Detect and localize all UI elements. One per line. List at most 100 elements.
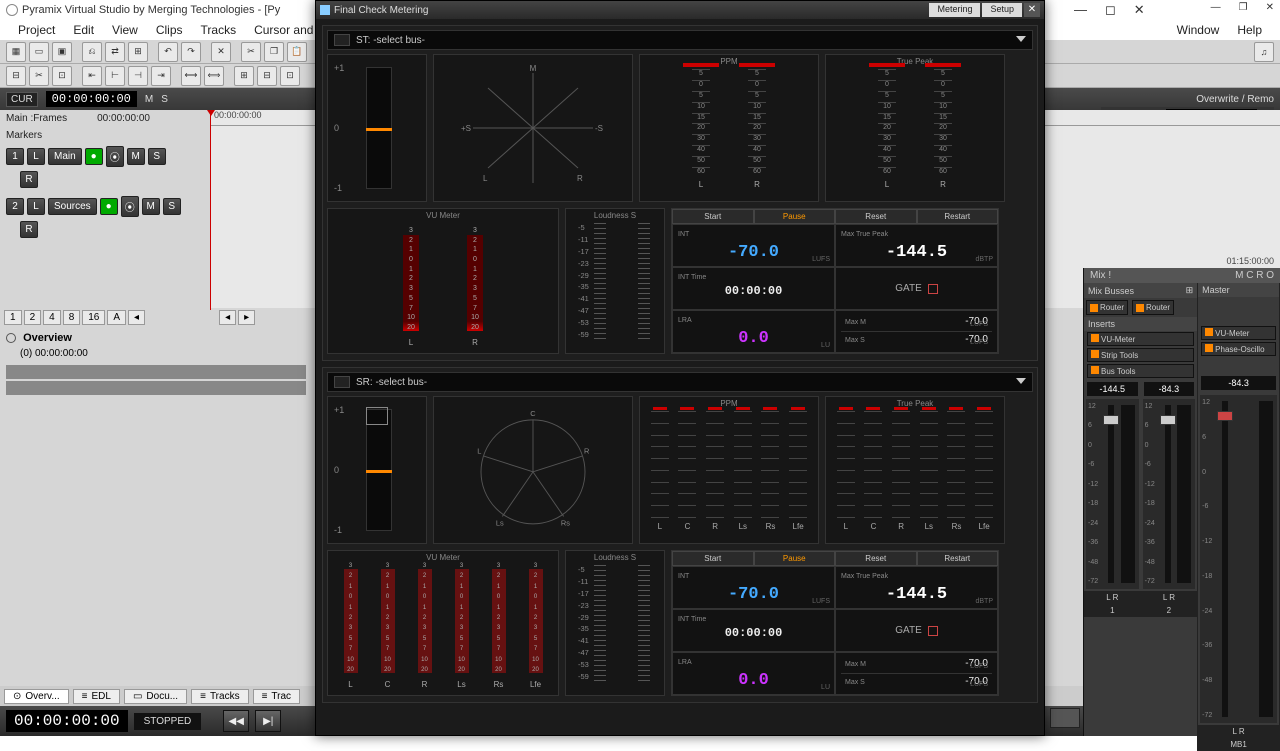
tb-mixer-icon[interactable]: ♫ xyxy=(1254,42,1274,62)
tb2-11[interactable]: ⊟ xyxy=(257,66,277,86)
tb2-3[interactable]: ⊡ xyxy=(52,66,72,86)
track-chan[interactable]: L xyxy=(27,198,45,215)
overview-label[interactable]: Overview xyxy=(23,332,72,344)
mdi-close-icon[interactable]: ✕ xyxy=(1266,2,1274,18)
reset-button[interactable]: Reset xyxy=(835,551,917,566)
start-button[interactable]: Start xyxy=(672,551,754,566)
tb2-7[interactable]: ⇥ xyxy=(151,66,171,86)
restart-button[interactable]: Restart xyxy=(917,551,999,566)
start-button[interactable]: Start xyxy=(672,209,754,224)
fader[interactable]: 1260-6-12-18-24-36-48-72 xyxy=(1200,395,1277,723)
edit-mode[interactable]: Overwrite / Remo xyxy=(1196,94,1274,105)
track-mute[interactable]: M xyxy=(127,148,145,165)
zoom-4[interactable]: 4 xyxy=(43,310,61,325)
prev-icon[interactable]: ▶| xyxy=(255,710,281,732)
mixer-m[interactable]: M xyxy=(1235,270,1243,281)
playhead-icon[interactable] xyxy=(210,110,211,310)
tb-open-icon[interactable]: ▭ xyxy=(29,42,49,62)
tb-delete-icon[interactable]: ✕ xyxy=(211,42,231,62)
zoom-1[interactable]: 1 xyxy=(4,310,22,325)
track-name[interactable]: Main xyxy=(48,148,82,165)
insert-bustools[interactable]: Bus Tools xyxy=(1087,364,1194,378)
insert-striptools[interactable]: Strip Tools xyxy=(1087,348,1194,362)
track-solo[interactable]: S xyxy=(148,148,166,165)
strip-num[interactable]: 2 xyxy=(1141,604,1198,617)
tb-paste-icon[interactable]: 📋 xyxy=(287,42,307,62)
zoom-2[interactable]: 2 xyxy=(24,310,42,325)
menu-edit[interactable]: Edit xyxy=(73,23,94,37)
track-num[interactable]: 1 xyxy=(6,148,24,165)
pause-button[interactable]: Pause xyxy=(754,209,836,224)
cur-timecode[interactable]: 00:00:00:00 xyxy=(46,91,137,107)
menu-help[interactable]: Help xyxy=(1237,23,1262,37)
flag-m[interactable]: M xyxy=(145,94,153,105)
fader[interactable]: 1260-6-12-18-24-36-48-72 xyxy=(1143,399,1196,589)
mdi-restore-icon[interactable]: ❐ xyxy=(1239,2,1248,18)
close-icon[interactable]: ✕ xyxy=(1024,3,1040,17)
tb-new-icon[interactable]: ▦ xyxy=(6,42,26,62)
bus-selector[interactable]: SR: -select bus- xyxy=(327,372,1033,392)
setup-tab[interactable]: Setup xyxy=(982,3,1022,17)
mixer-o[interactable]: O xyxy=(1266,270,1274,281)
tab-trac[interactable]: ≡Trac xyxy=(253,689,300,704)
track-mute[interactable]: M xyxy=(142,198,160,215)
restart-button[interactable]: Restart xyxy=(917,209,999,224)
flag-s[interactable]: S xyxy=(161,94,168,105)
tb2-2[interactable]: ✂ xyxy=(29,66,49,86)
fader[interactable]: 1260-6-12-18-24-36-48-72 xyxy=(1086,399,1139,589)
metering-tab[interactable]: Metering xyxy=(929,3,980,17)
zoom-l-icon[interactable]: ◂ xyxy=(219,310,236,325)
rewind-icon[interactable]: ◀◀ xyxy=(223,710,249,732)
tb-undo-icon[interactable]: ↶ xyxy=(158,42,178,62)
tab-edl[interactable]: ≡EDL xyxy=(73,689,120,704)
track-mon-icon[interactable]: ⦿ xyxy=(106,146,124,167)
router-button[interactable]: Router xyxy=(1132,300,1174,315)
tab-overview[interactable]: ⊙Overv... xyxy=(4,689,69,704)
overview-item[interactable]: (0) 00:00:00:00 xyxy=(6,344,304,359)
strip-name[interactable]: MB1 xyxy=(1198,738,1279,751)
tb-save-icon[interactable]: ▣ xyxy=(52,42,72,62)
track-solo[interactable]: S xyxy=(163,198,181,215)
menu-clips[interactable]: Clips xyxy=(156,23,183,37)
minimize-icon[interactable] xyxy=(334,34,350,46)
zoom-8[interactable]: 8 xyxy=(63,310,81,325)
tb-cut-icon[interactable]: ✂ xyxy=(241,42,261,62)
menu-view[interactable]: View xyxy=(112,23,138,37)
tb-redo-icon[interactable]: ↷ xyxy=(181,42,201,62)
tab-docu[interactable]: ▭Docu... xyxy=(124,689,187,704)
close-icon[interactable]: ✕ xyxy=(1134,2,1145,18)
track-sub-chan[interactable]: R xyxy=(20,221,38,238)
tb2-4[interactable]: ⇤ xyxy=(82,66,102,86)
mixer-r[interactable]: R xyxy=(1256,270,1263,281)
menu-window[interactable]: Window xyxy=(1177,23,1220,37)
menu-tracks[interactable]: Tracks xyxy=(201,23,237,37)
tb2-9[interactable]: ⟺ xyxy=(204,66,224,86)
tb2-6[interactable]: ⊣ xyxy=(128,66,148,86)
track-num[interactable]: 2 xyxy=(6,198,24,215)
insert-vumeter[interactable]: VU-Meter xyxy=(1087,332,1194,346)
reset-button[interactable]: Reset xyxy=(835,209,917,224)
zoom-prev-icon[interactable]: ◂ xyxy=(128,310,145,325)
insert-vumeter[interactable]: VU-Meter xyxy=(1201,326,1276,340)
track-rec-icon[interactable]: ● xyxy=(85,148,103,165)
track-mon-icon[interactable]: ⦿ xyxy=(121,196,139,217)
tab-tracks[interactable]: ≡Tracks xyxy=(191,689,248,704)
insert-phaseosc[interactable]: Phase-Oscillo xyxy=(1201,342,1276,356)
tb2-5[interactable]: ⊢ xyxy=(105,66,125,86)
minimize-icon[interactable] xyxy=(334,376,350,388)
tb2-1[interactable]: ⊟ xyxy=(6,66,26,86)
maximize-icon[interactable]: ◻ xyxy=(1105,2,1116,18)
metering-titlebar[interactable]: Final Check Metering Metering Setup ✕ xyxy=(316,1,1044,19)
mixer-c[interactable]: C xyxy=(1246,270,1253,281)
track-name[interactable]: Sources xyxy=(48,198,97,215)
zoom-16[interactable]: 16 xyxy=(82,310,105,325)
transport-tc[interactable]: 00:00:00:00 xyxy=(6,710,128,732)
router-button[interactable]: Router xyxy=(1086,300,1128,315)
track-rec-icon[interactable]: ● xyxy=(100,198,118,215)
track-chan[interactable]: L xyxy=(27,148,45,165)
bus-selector[interactable]: ST: -select bus- xyxy=(327,30,1033,50)
tb-btn-5[interactable]: ⇄ xyxy=(105,42,125,62)
zoom-all[interactable]: A xyxy=(107,310,126,325)
minimize-icon[interactable]: — xyxy=(1074,2,1087,18)
track-sub-chan[interactable]: R xyxy=(20,171,38,188)
